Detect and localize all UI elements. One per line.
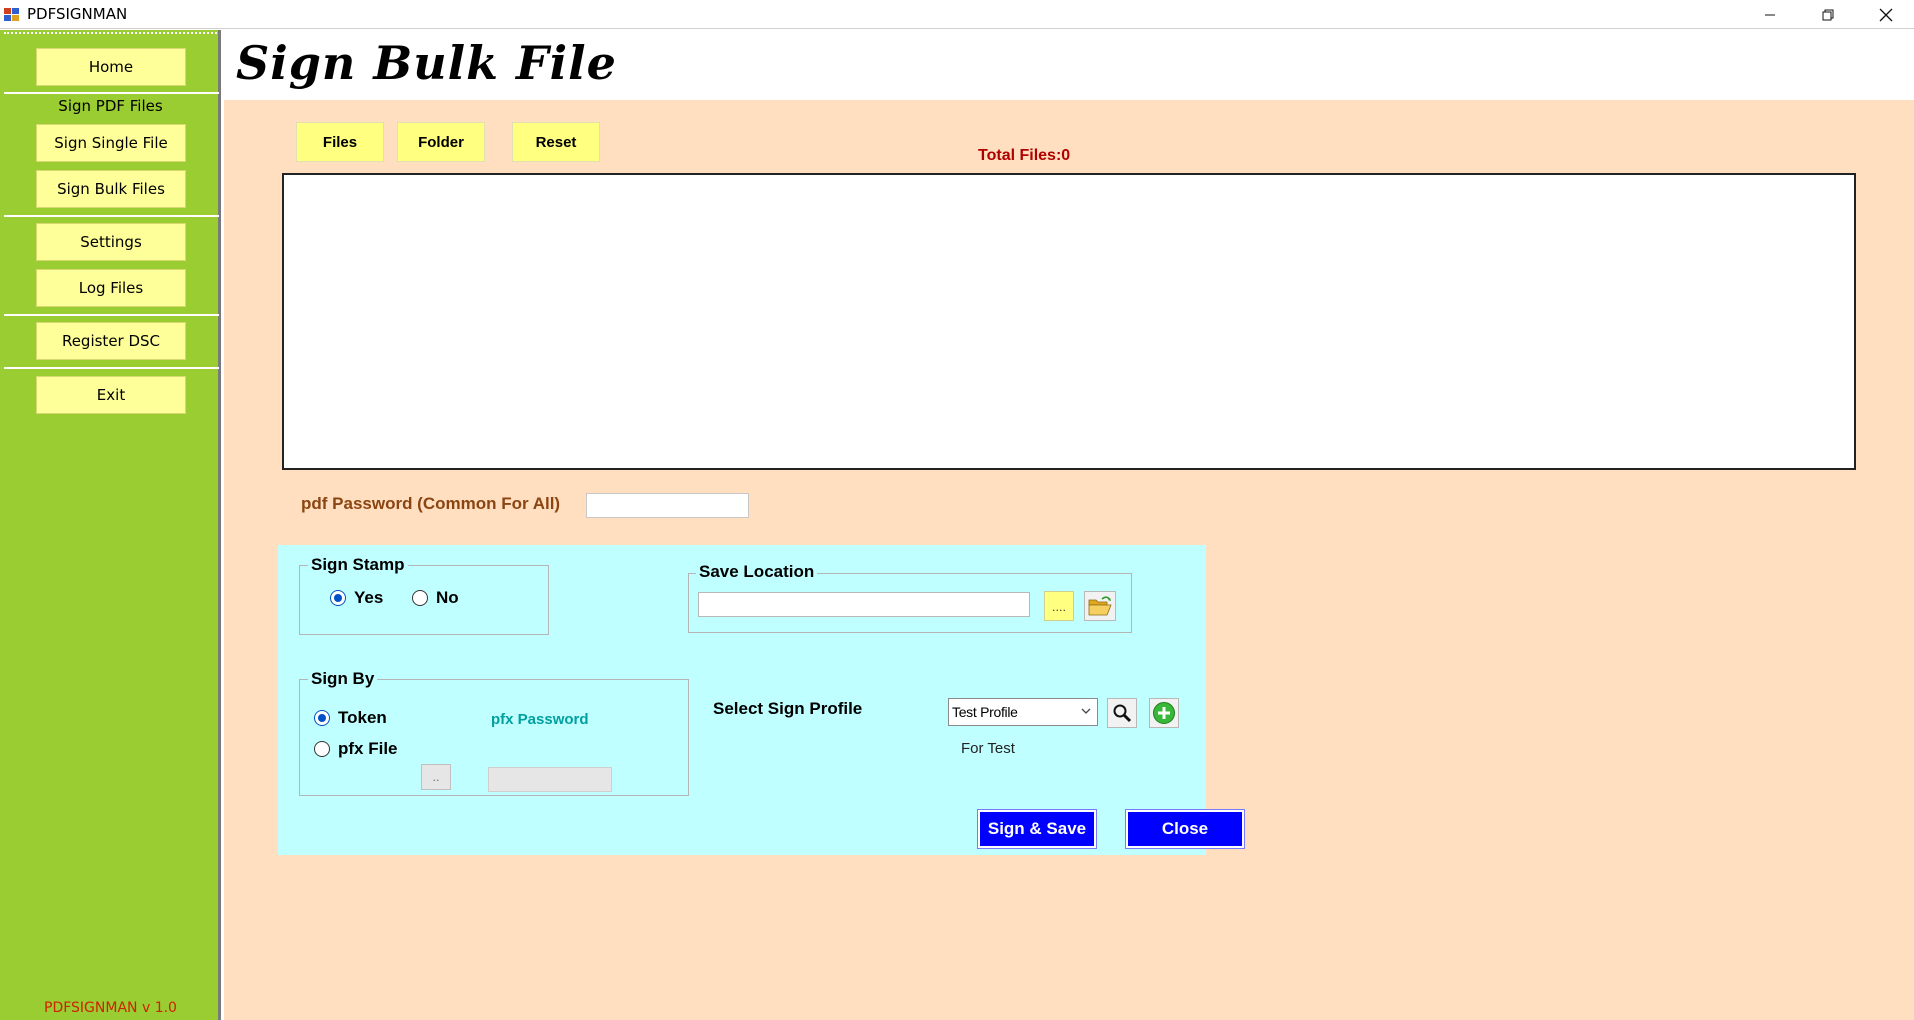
search-profile-button[interactable]	[1107, 698, 1137, 728]
restore-icon	[1822, 9, 1834, 20]
save-location-input[interactable]	[698, 592, 1030, 617]
folder-button[interactable]: Folder	[397, 122, 485, 162]
folder-open-icon	[1088, 596, 1112, 616]
sign-by-pfx-radio[interactable]: pfx File	[314, 739, 398, 759]
file-list[interactable]	[282, 173, 1856, 470]
sign-profile-select[interactable]: Test Profile	[948, 698, 1098, 726]
window-title: PDFSIGNMAN	[27, 5, 128, 23]
page-header: Sign Bulk File	[224, 30, 1914, 100]
close-button[interactable]: Close	[1125, 809, 1245, 849]
sign-stamp-no-label: No	[436, 588, 459, 607]
radio-unselected-icon	[314, 741, 330, 757]
pdf-password-label: pdf Password (Common For All)	[301, 494, 561, 513]
chevron-down-icon	[1081, 708, 1091, 714]
files-button[interactable]: Files	[296, 122, 384, 162]
pfx-password-label: pfx Password	[491, 711, 589, 728]
sidebar-top-border	[4, 32, 217, 34]
version-label: PDFSIGNMAN v 1.0	[44, 1000, 177, 1016]
sign-and-save-button[interactable]: Sign & Save	[977, 809, 1097, 849]
save-location-browse-button[interactable]: ....	[1044, 591, 1074, 621]
open-folder-button[interactable]	[1084, 591, 1116, 621]
sidebar-heading-sign-pdf: Sign PDF Files	[58, 97, 163, 115]
page-title: Sign Bulk File	[236, 36, 617, 90]
pfx-password-input[interactable]	[488, 767, 612, 792]
restore-button[interactable]	[1800, 0, 1856, 29]
sign-profile-label: Select Sign Profile	[713, 699, 863, 718]
sidebar-item-exit[interactable]: Exit	[36, 376, 186, 414]
sign-stamp-yes-radio[interactable]: Yes	[330, 588, 383, 608]
close-window-button[interactable]	[1858, 0, 1914, 29]
sidebar-item-sign-single-file[interactable]: Sign Single File	[36, 124, 186, 162]
close-icon	[1879, 8, 1893, 21]
app-icon	[4, 8, 19, 21]
main-content: Sign Bulk File Files Folder Reset Total …	[224, 30, 1914, 1020]
sidebar-item-log-files[interactable]: Log Files	[36, 269, 186, 307]
add-profile-button[interactable]	[1149, 698, 1179, 728]
pdf-password-input[interactable]	[586, 493, 749, 518]
sign-stamp-yes-label: Yes	[354, 588, 384, 607]
save-location-title: Save Location	[696, 562, 818, 582]
radio-unselected-icon	[412, 590, 428, 606]
sidebar-item-sign-bulk-files[interactable]: Sign Bulk Files	[36, 170, 186, 208]
sign-by-token-label: Token	[338, 708, 387, 727]
sidebar-item-register-dsc[interactable]: Register DSC	[36, 322, 186, 360]
sidebar-separator	[4, 367, 219, 369]
sidebar-item-settings[interactable]: Settings	[36, 223, 186, 261]
sign-by-title: Sign By	[308, 669, 378, 689]
radio-selected-icon	[330, 590, 346, 606]
sign-by-pfx-label: pfx File	[338, 739, 398, 758]
sign-stamp-no-radio[interactable]: No	[412, 588, 459, 608]
sidebar-separator	[4, 314, 219, 316]
sidebar-separator	[4, 92, 219, 94]
pfx-browse-button[interactable]: ..	[421, 764, 451, 790]
minimize-icon	[1765, 14, 1775, 15]
signing-options-panel: Sign Stamp Yes No Save Location .... Sig…	[278, 545, 1245, 855]
search-icon	[1113, 704, 1132, 723]
reset-button[interactable]: Reset	[512, 122, 600, 162]
sidebar-item-home[interactable]: Home	[36, 48, 186, 86]
radio-selected-icon	[314, 710, 330, 726]
total-files-count: Total Files:0	[978, 147, 1071, 164]
title-bar: PDFSIGNMAN	[0, 0, 1914, 29]
sidebar-separator	[4, 215, 219, 217]
sign-stamp-title: Sign Stamp	[308, 555, 408, 575]
sign-profile-description: For Test	[961, 740, 1015, 757]
sign-by-token-radio[interactable]: Token	[314, 708, 387, 728]
sign-profile-value: Test Profile	[952, 704, 1018, 720]
sidebar: Home Sign PDF Files Sign Single File Sig…	[0, 30, 221, 1020]
add-icon	[1153, 702, 1175, 724]
minimize-button[interactable]	[1742, 0, 1798, 29]
